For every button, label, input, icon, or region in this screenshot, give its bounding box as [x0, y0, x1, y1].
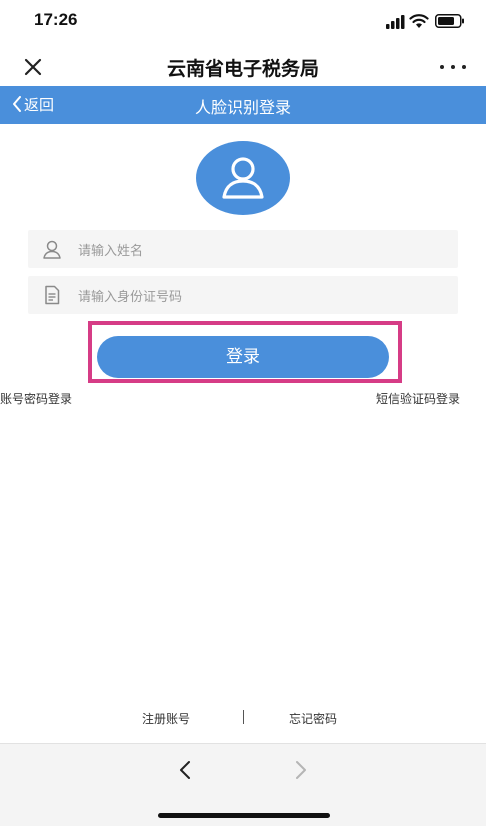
avatar: [196, 141, 290, 215]
user-icon: [222, 157, 264, 199]
nav-title: 人脸识别登录: [194, 98, 291, 117]
password-login-link[interactable]: 账号密码登录: [0, 390, 72, 407]
cellular-signal-icon: [386, 15, 405, 29]
footer-divider: [243, 710, 244, 724]
browser-forward-icon[interactable]: [286, 755, 316, 785]
battery-icon: [435, 14, 464, 28]
home-indicator: [158, 813, 330, 818]
browser-back-icon[interactable]: [170, 755, 200, 785]
login-button[interactable]: 登录: [97, 336, 389, 378]
status-time: 17:26: [34, 10, 78, 29]
forgot-password-link[interactable]: 忘记密码: [289, 710, 337, 727]
more-dot-icon: [451, 65, 455, 69]
name-input[interactable]: 请输入姓名: [28, 230, 458, 268]
more-dot-icon: [440, 65, 444, 69]
more-options-button[interactable]: [436, 55, 470, 79]
page-title: 云南省电子税务局: [166, 58, 319, 80]
id-number-input[interactable]: 请输入身份证号码: [28, 276, 458, 314]
register-link[interactable]: 注册账号: [142, 710, 190, 727]
document-icon: [45, 285, 60, 305]
sms-login-link[interactable]: 短信验证码登录: [376, 390, 460, 407]
person-icon: [43, 240, 61, 259]
name-placeholder: 请输入姓名: [78, 244, 144, 259]
more-dot-icon: [462, 65, 466, 69]
wifi-icon: [409, 14, 429, 28]
id-placeholder: 请输入身份证号码: [78, 290, 183, 305]
